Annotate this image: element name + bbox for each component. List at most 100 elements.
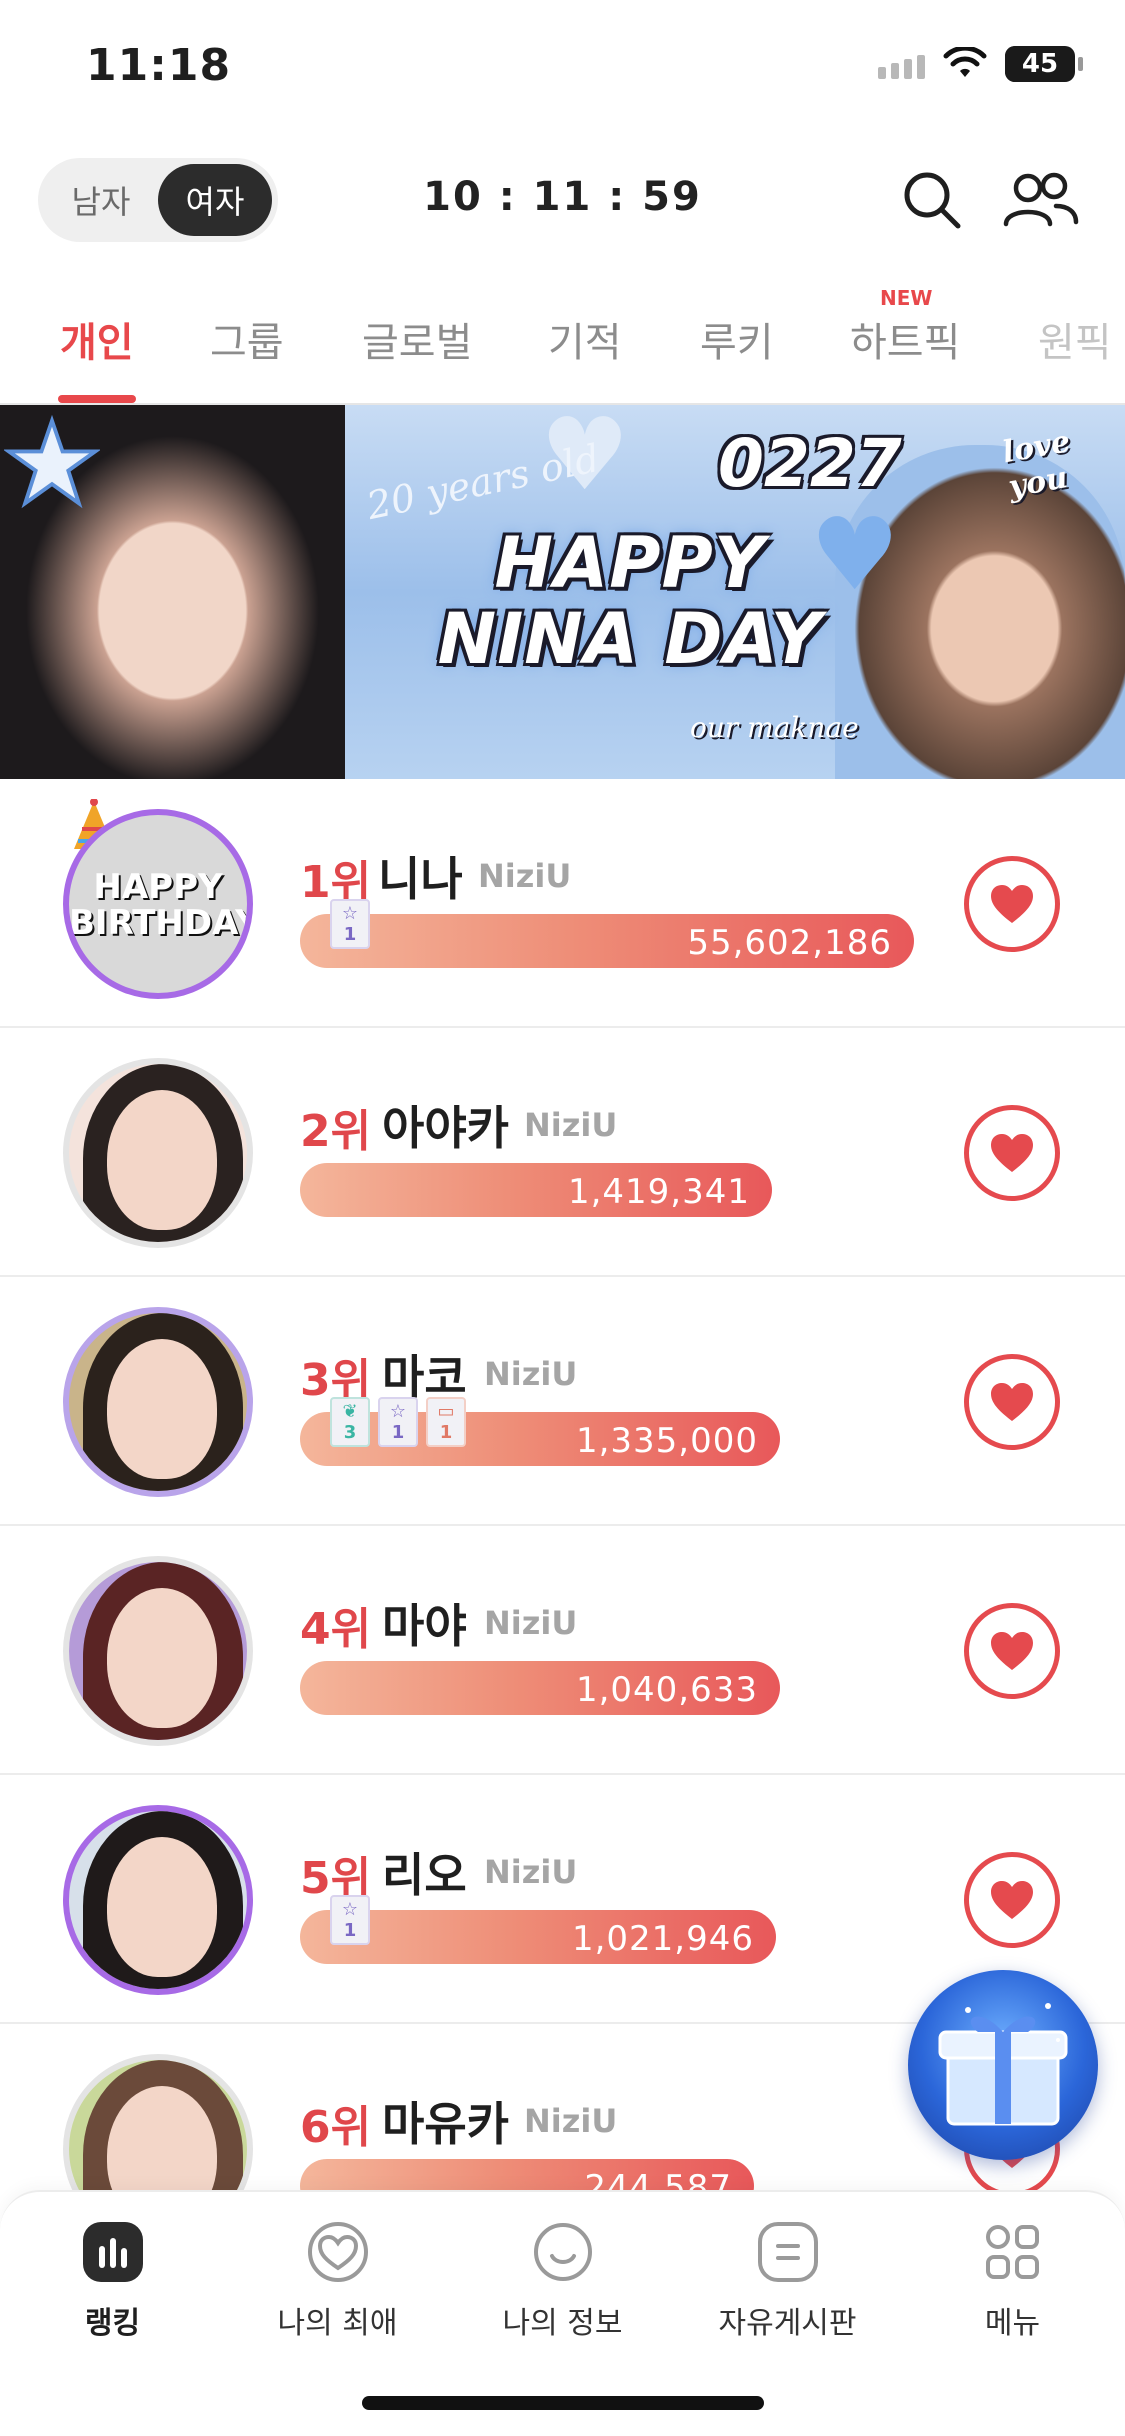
vote-bar: 1,021,946 [300,1910,776,1964]
vote-count: 55,602,186 [687,923,892,963]
idol-name: 니나 [378,852,463,906]
vote-count: 1,419,341 [567,1172,750,1212]
smile-face-icon [531,2220,595,2284]
nav-ranking[interactable]: 랭킹 [0,2220,225,2342]
ranking-row[interactable]: 3위 마코 NiziU 1,335,000 ❦ 3 ☆ 1 ▭ 1 [0,1277,1125,1526]
vote-count: 1,021,946 [571,1919,754,1959]
rank-number: 6위 [300,2102,372,2153]
star-ribbon-icon: ☆ 1 [330,899,370,949]
tab-individual[interactable]: 개인 [60,310,134,368]
battery-icon: 45 [1005,46,1083,82]
heart-icon [991,1134,1033,1172]
nav-menu[interactable]: 메뉴 [900,2220,1125,2342]
banner-date: 0227 [718,425,902,502]
avatar-birthday-text: HAPPY BIRTHDAY [69,867,253,943]
avatar[interactable] [63,1556,253,1746]
gender-option-female[interactable]: 여자 [158,164,272,236]
star-ribbon-icon: ☆ 1 [378,1397,418,1447]
tab-heartpick[interactable]: 하트픽 [850,310,960,368]
cellular-signal-icon [878,49,925,79]
vote-bar: 1,040,633 [300,1661,780,1715]
idol-group: NiziU [524,1106,618,1144]
search-icon [904,172,961,229]
rank-number: 2위 [300,1106,372,1157]
nav-label: 나의 정보 [502,2306,623,2341]
top-header: 남자 여자 10 : 11 : 59 [0,150,1125,250]
ribbon-count: 1 [343,1920,357,1941]
star-icon [4,415,100,509]
banner-love-text: love you [999,424,1073,505]
banner-title-line2: NINA DAY [437,598,823,680]
vote-count: 1,335,000 [575,1421,758,1461]
wifi-icon [943,47,987,77]
avatar[interactable]: HAPPY BIRTHDAY [63,809,253,999]
ranking-row[interactable]: HAPPY BIRTHDAY 1위 니나 NiziU 55,602,186 ☆ 1 [0,779,1125,1028]
idol-name: 리오 [382,1848,467,1902]
avatar[interactable] [63,1805,253,1995]
avatar-face [107,1090,217,1230]
status-time: 11:18 [86,40,232,91]
heart-icon [991,1632,1033,1670]
gender-toggle[interactable]: 남자 여자 [38,158,278,242]
nav-free-board[interactable]: 자유게시판 [675,2220,900,2342]
vote-heart-button[interactable] [964,1105,1060,1201]
banner-title-line1: HAPPY [494,522,766,604]
star-ribbon-icon: ☆ 1 [330,1895,370,1945]
grid-menu-icon [981,2220,1045,2284]
vote-heart-button[interactable] [964,1603,1060,1699]
nav-label: 자유게시판 [718,2306,857,2341]
search-button[interactable] [896,164,968,236]
idol-name: 아야카 [382,1101,509,1155]
avatar[interactable] [63,1307,253,1497]
avatar-face [107,1837,217,1977]
idol-name: 마유카 [382,2097,509,2151]
nav-label: 메뉴 [984,2306,1041,2341]
nav-my-favorite[interactable]: 나의 최애 [225,2220,450,2342]
heart-outline-icon [306,2220,370,2284]
status-indicators: 45 [878,46,1083,82]
award-ribbons: ☆ 1 [330,899,370,949]
tab-onepick[interactable]: 원픽 [1038,310,1112,368]
banner-title: HAPPY NINA DAY [400,525,860,677]
ranking-row[interactable]: 2위 아야카 NiziU 1,419,341 [0,1028,1125,1277]
tab-miracle[interactable]: 기적 [548,310,622,368]
vote-heart-button[interactable] [964,856,1060,952]
banner-years-text: 20 years old [363,435,604,529]
nav-label: 나의 최애 [277,2306,398,2341]
status-bar: 11:18 45 [0,0,1125,140]
nav-my-info[interactable]: 나의 정보 [450,2220,675,2342]
vote-heart-button[interactable] [964,1852,1060,1948]
idol-group: NiziU [484,1355,578,1393]
banner-maknae-text: our maknae [690,711,859,744]
award-ribbons: ☆ 1 [330,1895,370,1945]
gift-button[interactable] [908,1970,1098,2160]
vote-bar: 1,419,341 [300,1163,772,1217]
idol-name: 마야 [382,1599,467,1653]
avatar-face [107,1588,217,1728]
tab-rookie[interactable]: 루키 [700,310,774,368]
rank-number: 4위 [300,1604,372,1655]
people-icon [1003,172,1079,227]
nav-label: 랭킹 [84,2306,141,2341]
active-tab-indicator [58,395,136,403]
heart-icon [991,885,1033,923]
idol-group: NiziU [484,1604,578,1642]
avatar[interactable] [63,1058,253,1248]
battery-level: 45 [1021,49,1059,79]
vote-heart-button[interactable] [964,1354,1060,1450]
board-icon [756,2220,820,2284]
award-ribbons: ❦ 3 ☆ 1 ▭ 1 [330,1397,466,1447]
idol-group: NiziU [478,857,572,895]
tab-global[interactable]: 글로벌 [362,310,472,368]
tab-group[interactable]: 그룹 [210,310,284,368]
chart-bar-icon [81,2220,145,2284]
box-ribbon-icon: ▭ 1 [426,1397,466,1447]
gender-option-male[interactable]: 남자 [44,164,158,236]
ranking-row[interactable]: 4위 마야 NiziU 1,040,633 [0,1526,1125,1775]
heart-icon [991,1881,1033,1919]
event-banner[interactable]: ♥ ♥ 20 years old 0227 love you HAPPY NIN… [0,405,1125,779]
idol-group: NiziU [524,2102,618,2140]
community-button[interactable] [1000,164,1079,236]
vote-count: 1,040,633 [575,1670,758,1710]
gift-box-icon [938,2003,1068,2126]
